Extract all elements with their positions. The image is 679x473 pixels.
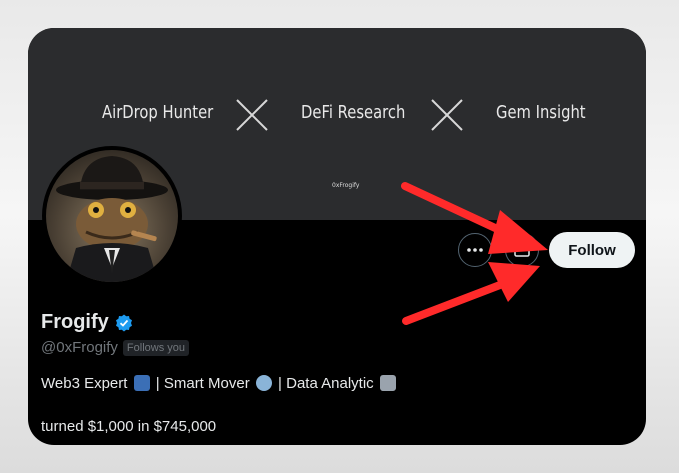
bio: Web3 Expert | Smart Mover | Data Analyti… bbox=[41, 375, 398, 392]
profile-card: AirDrop Hunter DeFi Research Gem Insight… bbox=[28, 28, 646, 445]
banner-tag: 0xFrogify bbox=[332, 182, 360, 189]
banner-text-defi: DeFi Research bbox=[301, 102, 406, 123]
more-button[interactable] bbox=[458, 233, 492, 267]
banner-text-airdrop: AirDrop Hunter bbox=[102, 102, 214, 123]
bar-chart-icon bbox=[133, 375, 150, 391]
frog-avatar-icon bbox=[56, 156, 168, 282]
banner-x-icon bbox=[236, 99, 268, 131]
more-horizontal-icon bbox=[467, 248, 483, 252]
bio-line-2: turned $1,000 in $745,000 bbox=[41, 418, 217, 435]
bio-part-data-analytic: | Data Analytic bbox=[278, 375, 374, 392]
banner-x-icon bbox=[431, 99, 463, 131]
avatar[interactable] bbox=[42, 146, 182, 286]
handle: @0xFrogify bbox=[41, 339, 118, 356]
handle-row: @0xFrogify Follows you bbox=[41, 339, 189, 356]
banner-text-gem: Gem Insight bbox=[496, 102, 586, 123]
microscope-icon bbox=[379, 375, 396, 391]
display-name: Frogify bbox=[41, 311, 109, 333]
follows-you-badge: Follows you bbox=[122, 339, 189, 356]
follow-button[interactable]: Follow bbox=[549, 232, 635, 268]
message-button[interactable] bbox=[505, 233, 539, 267]
display-name-row: Frogify bbox=[41, 311, 133, 334]
bio-part-smart-mover: | Smart Mover bbox=[155, 375, 250, 392]
magnifier-icon bbox=[255, 375, 272, 391]
envelope-icon bbox=[514, 243, 530, 257]
bio-part-web3: Web3 Expert bbox=[41, 375, 128, 392]
verified-badge-icon[interactable] bbox=[115, 314, 133, 332]
